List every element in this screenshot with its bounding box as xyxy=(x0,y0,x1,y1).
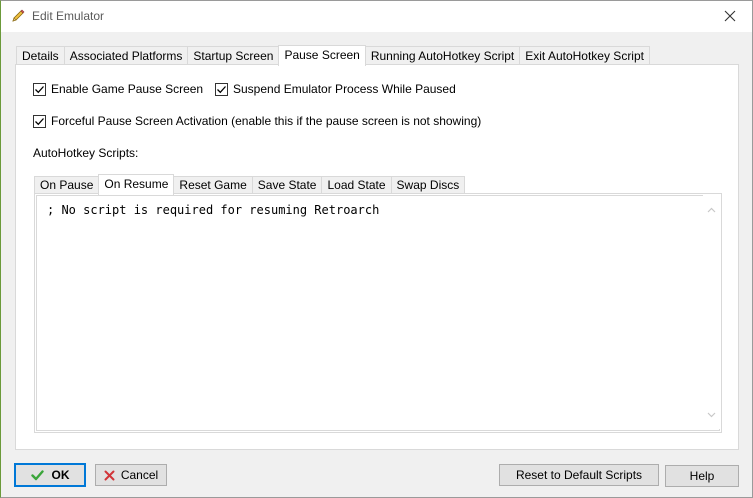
script-tab-load-state[interactable]: Load State xyxy=(321,176,392,194)
tab-pause-screen[interactable]: Pause Screen xyxy=(278,45,366,66)
cancel-button[interactable]: Cancel xyxy=(95,464,167,486)
main-tabs: Details Associated Platforms Startup Scr… xyxy=(16,45,650,66)
pencil-icon xyxy=(10,8,26,24)
script-tab-save-state[interactable]: Save State xyxy=(251,176,323,194)
tab-startup-screen[interactable]: Startup Screen xyxy=(187,46,280,65)
ok-label: OK xyxy=(51,468,70,482)
script-scrollbar[interactable] xyxy=(703,195,720,429)
help-label: Help xyxy=(689,469,715,483)
ok-button[interactable]: OK xyxy=(14,463,86,487)
title-bar[interactable]: Edit Emulator xyxy=(1,1,752,32)
tab-running-autohotkey-script[interactable]: Running AutoHotkey Script xyxy=(364,46,521,65)
close-icon xyxy=(724,10,736,22)
forceful-activation-option[interactable]: Forceful Pause Screen Activation (enable… xyxy=(33,113,481,129)
checkmark-icon xyxy=(30,469,44,481)
script-tab-panel: ; No script is required for resuming Ret… xyxy=(34,193,722,433)
autohotkey-scripts-label: AutoHotkey Scripts: xyxy=(33,146,139,160)
check-icon xyxy=(217,85,226,93)
tab-associated-platforms[interactable]: Associated Platforms xyxy=(63,46,189,65)
help-button[interactable]: Help xyxy=(665,465,739,487)
check-icon xyxy=(35,117,44,125)
chevron-down-icon xyxy=(707,412,716,417)
reset-default-scripts-button[interactable]: Reset to Default Scripts xyxy=(499,464,659,486)
script-tab-on-resume[interactable]: On Resume xyxy=(98,174,175,195)
cancel-x-icon xyxy=(104,470,115,481)
tab-details[interactable]: Details xyxy=(16,46,65,65)
tab-exit-autohotkey-script[interactable]: Exit AutoHotkey Script xyxy=(519,46,650,65)
suspend-process-option[interactable]: Suspend Emulator Process While Paused xyxy=(215,81,456,97)
script-tabs: On Pause On Resume Reset Game Save State… xyxy=(34,174,466,195)
script-editor[interactable]: ; No script is required for resuming Ret… xyxy=(36,195,720,431)
cancel-label: Cancel xyxy=(120,468,159,482)
reset-label: Reset to Default Scripts xyxy=(515,468,643,482)
scroll-down-button[interactable] xyxy=(703,406,720,423)
enable-pause-checkbox[interactable] xyxy=(33,82,46,96)
script-tab-reset-game[interactable]: Reset Game xyxy=(173,176,253,194)
forceful-activation-checkbox[interactable] xyxy=(33,114,46,128)
window-title: Edit Emulator xyxy=(32,9,105,23)
chevron-up-icon xyxy=(707,207,716,212)
scroll-up-button[interactable] xyxy=(703,201,720,218)
script-tab-swap-discs[interactable]: Swap Discs xyxy=(390,176,466,194)
check-icon xyxy=(35,85,44,93)
forceful-activation-label: Forceful Pause Screen Activation (enable… xyxy=(51,114,482,128)
suspend-process-checkbox[interactable] xyxy=(215,82,228,96)
script-tab-on-pause[interactable]: On Pause xyxy=(34,176,100,194)
suspend-process-label: Suspend Emulator Process While Paused xyxy=(233,82,456,96)
edit-emulator-window: Edit Emulator Details Associated Platfor… xyxy=(0,0,753,498)
close-button[interactable] xyxy=(708,1,752,31)
enable-pause-label: Enable Game Pause Screen xyxy=(51,82,204,96)
enable-pause-option[interactable]: Enable Game Pause Screen xyxy=(33,81,203,97)
